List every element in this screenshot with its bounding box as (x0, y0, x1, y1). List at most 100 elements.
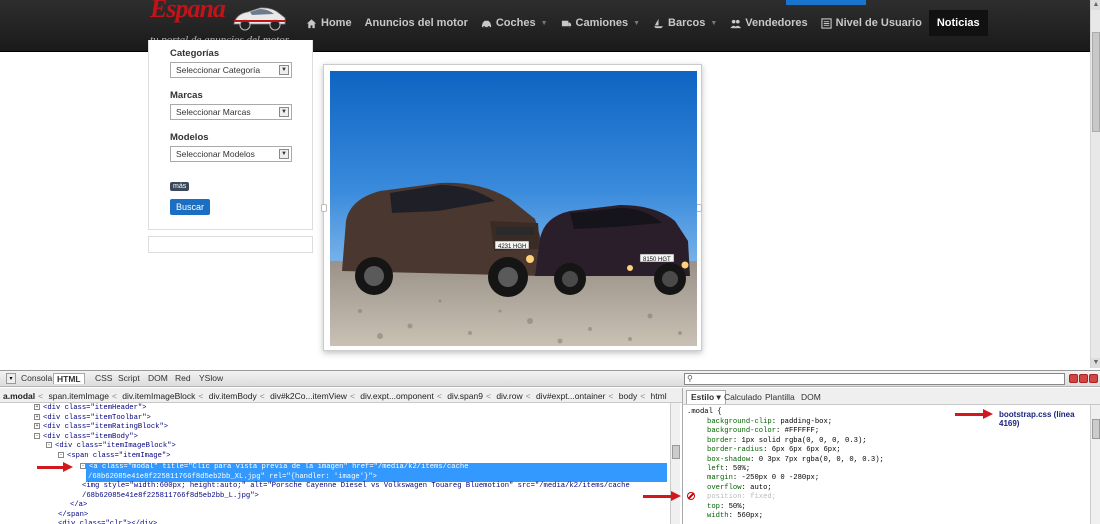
css-rule[interactable]: margin: -250px 0 0 -280px; (707, 474, 819, 483)
collapse-icon[interactable]: - (34, 432, 40, 439)
css-rule[interactable]: overflow: auto; (707, 484, 772, 493)
collapse-icon[interactable]: - (80, 463, 86, 470)
tree-node[interactable]: </a> (70, 501, 87, 511)
marcas-select[interactable]: Seleccionar Marcas ▼ (170, 104, 292, 120)
nav-label: Noticias (936, 17, 980, 29)
modal-resize-handle-left[interactable] (321, 204, 327, 212)
css-rule[interactable]: background-color: #FFFFFF; (707, 427, 819, 436)
firebug-menu-icon[interactable]: ▾ (6, 373, 16, 384)
css-colon: : (741, 483, 751, 492)
css-source-link[interactable]: bootstrap.css (línea 4169) (999, 410, 1090, 428)
collapse-icon[interactable]: - (58, 451, 64, 458)
scroll-up-icon[interactable]: ▲ (1091, 0, 1100, 10)
tree-node[interactable]: - <span class="itemImage"> (58, 452, 171, 462)
css-rule[interactable]: left: 50%; (707, 465, 750, 474)
scroll-down-icon[interactable]: ▼ (1091, 358, 1100, 368)
tab-calculado[interactable]: Calculado (724, 392, 762, 402)
mas-link[interactable]: más (170, 182, 190, 191)
nav-home[interactable]: Home (300, 10, 358, 36)
tab-label: Estilo (691, 392, 715, 402)
tree-scrollbar[interactable] (670, 403, 680, 524)
scroll-thumb[interactable] (1092, 419, 1100, 439)
tab-css[interactable]: CSS (95, 373, 112, 383)
nav-nivel-usuario[interactable]: Nivel de Usuario (815, 10, 928, 36)
tree-node[interactable]: /68b62085e41e8f225811766f8d5eb2bb_L.jpg"… (82, 492, 259, 502)
expand-icon[interactable]: + (34, 404, 40, 411)
breadcrumb-item[interactable]: div#k2Co...itemView (270, 391, 347, 401)
nav-noticias[interactable]: Noticias (928, 10, 988, 36)
categorias-select[interactable]: Seleccionar Categoría ▼ (170, 62, 292, 78)
css-value: 560px; (737, 512, 764, 520)
breadcrumb-item[interactable]: div.row (496, 391, 522, 401)
minimize-icon[interactable] (1069, 374, 1078, 383)
nav-barcos[interactable]: Barcos ▼ (647, 10, 723, 36)
css-property: overflow (707, 483, 742, 492)
css-rule[interactable]: background-clip: padding-box; (707, 418, 832, 427)
tree-node[interactable]: + <div class="itemHeader"> (34, 404, 147, 414)
css-rule[interactable]: position: fixed; (707, 493, 776, 502)
home-icon (306, 18, 317, 28)
css-property: border-radius (707, 446, 764, 455)
tab-script[interactable]: Script (118, 373, 140, 383)
breadcrumb-item[interactable]: html (651, 391, 667, 401)
tree-node[interactable]: </span> (58, 511, 88, 521)
tab-red[interactable]: Red (175, 373, 191, 383)
chevron-down-icon: ▼ (279, 65, 289, 75)
tree-node[interactable]: - <a class="modal" title="Clic para vista… (80, 463, 469, 473)
css-value: #FFFFFF; (784, 427, 820, 436)
tab-estilo[interactable]: Estilo ▾ (686, 390, 726, 404)
disabled-property-icon[interactable] (687, 492, 695, 500)
breadcrumb-item[interactable]: a.modal (3, 391, 35, 401)
breadcrumb-item[interactable]: span.itemImage (48, 391, 108, 401)
buscar-button[interactable]: Buscar (170, 199, 210, 215)
marcas-label: Marcas (170, 90, 203, 101)
collapse-icon[interactable]: - (46, 442, 52, 449)
css-property: border (707, 436, 733, 445)
tab-dom-side[interactable]: DOM (801, 392, 821, 402)
scroll-thumb[interactable] (672, 445, 680, 459)
scroll-thumb[interactable] (1092, 32, 1100, 132)
nav-camiones[interactable]: Camiones ▼ (555, 10, 647, 36)
tree-node[interactable]: + <div class="itemRatingBlock"> (34, 423, 168, 433)
tree-node[interactable]: + <div class="itemToolbar"> (34, 414, 151, 424)
css-value: padding-box; (780, 418, 833, 426)
css-scrollbar[interactable] (1090, 405, 1100, 524)
tree-node[interactable]: - <div class="itemBody"> (34, 433, 138, 443)
close-icon[interactable] (1089, 374, 1098, 383)
css-colon: : (732, 474, 742, 483)
nav-anuncios[interactable]: Anuncios del motor (359, 10, 474, 36)
nav-coches[interactable]: Coches ▼ (475, 10, 554, 36)
tab-html[interactable]: HTML (53, 373, 85, 384)
modelos-select[interactable]: Seleccionar Modelos ▼ (170, 146, 292, 162)
breadcrumb-item[interactable]: div.itemBody (209, 391, 257, 401)
tree-node[interactable]: <div class="clr"></div> (58, 520, 157, 524)
firebug-search-input[interactable]: ⚲ (684, 373, 1065, 385)
tab-yslow[interactable]: YSlow (199, 373, 223, 383)
header-action-button[interactable] (786, 0, 866, 5)
tab-dom[interactable]: DOM (148, 373, 168, 383)
css-rule[interactable]: width: 560px; (707, 512, 763, 521)
css-rule[interactable]: border: 1px solid rgba(0, 0, 0, 0.3); (707, 437, 867, 446)
tree-node[interactable]: <img style="width:600px; height:auto;" a… (82, 482, 630, 492)
css-colon: : (719, 502, 729, 511)
css-value: -250px 0 0 -280px; (741, 474, 820, 483)
tree-node[interactable]: /68b62085e41e8f225811766f8d5eb2bb_XL.jpg… (88, 473, 377, 483)
tree-node[interactable]: - <div class="itemImageBlock"> (46, 442, 176, 452)
breadcrumb-item[interactable]: div.span9 (447, 391, 483, 401)
breadcrumb-item[interactable]: div.itemImageBlock (122, 391, 195, 401)
nav-vendedores[interactable]: Vendedores (724, 10, 813, 36)
css-rule[interactable]: top: 50%; (707, 503, 746, 512)
page-scrollbar[interactable]: ▲ ▼ (1090, 0, 1100, 368)
breadcrumb-item[interactable]: div#expt...ontainer (536, 391, 605, 401)
tab-consola[interactable]: Consola (21, 373, 52, 383)
expand-icon[interactable]: + (34, 413, 40, 420)
breadcrumb-item[interactable]: body (619, 391, 637, 401)
tab-plantilla[interactable]: Plantilla (765, 392, 795, 402)
car-photo[interactable]: 4231 HGH 8150 HGT (330, 71, 697, 346)
css-rule[interactable]: box-shadow: 0 3px 7px rgba(0, 0, 0, 0.3)… (707, 456, 884, 465)
expand-icon[interactable]: + (34, 423, 40, 430)
detach-icon[interactable] (1079, 374, 1088, 383)
categorias-label: Categorías (170, 48, 220, 59)
breadcrumb-item[interactable]: div.expt...omponent (360, 391, 434, 401)
css-rule[interactable]: border-radius: 6px 6px 6px 6px; (707, 446, 841, 455)
